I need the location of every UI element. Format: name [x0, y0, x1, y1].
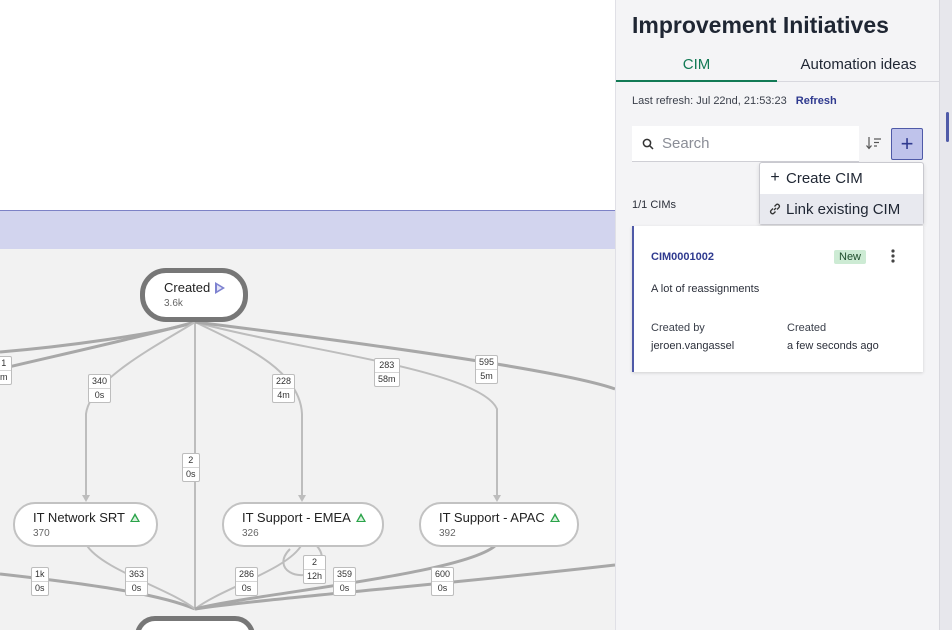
node-count: 370 — [33, 528, 50, 539]
search-placeholder: Search — [662, 135, 710, 152]
edge-label: 1k 0s — [31, 567, 49, 596]
search-icon — [642, 138, 654, 150]
process-node-created[interactable]: Created 3.6k — [140, 268, 248, 322]
process-node-it-network-srt[interactable]: IT Network SRT 370 — [13, 502, 158, 547]
panel-scrollbar[interactable] — [939, 0, 952, 630]
add-dropdown-menu: + Create CIM Link existing CIM — [759, 162, 924, 225]
menu-item-create-cim[interactable]: + Create CIM — [760, 163, 923, 193]
trend-up-icon — [355, 513, 366, 522]
scrollbar-thumb[interactable] — [946, 112, 949, 142]
menu-item-label: Create CIM — [786, 169, 863, 187]
tab-automation-ideas[interactable]: Automation ideas — [777, 52, 940, 82]
created-value: a few seconds ago — [787, 340, 879, 352]
edge-label: 286 0s — [235, 567, 259, 596]
last-refresh-text: Last refresh: Jul 22nd, 21:53:23 — [632, 95, 787, 107]
edge-label: 595 5m — [475, 355, 499, 384]
panel-tabs: CIM Automation ideas — [616, 52, 940, 82]
sort-icon[interactable] — [866, 136, 882, 150]
add-button[interactable]: + — [891, 128, 923, 160]
node-count: 392 — [439, 528, 456, 539]
created-by-label: Created by — [651, 322, 705, 334]
edge-label: 340 0s — [88, 374, 112, 403]
node-count: 3.6k — [164, 298, 183, 309]
more-options-icon[interactable] — [886, 248, 900, 264]
edge-label: 600 0s — [431, 567, 455, 596]
menu-item-link-existing-cim[interactable]: Link existing CIM — [760, 194, 923, 224]
selection-band — [0, 210, 615, 249]
cim-id-link[interactable]: CIM0001002 — [651, 251, 714, 263]
created-label: Created — [787, 322, 827, 334]
tab-cim[interactable]: CIM — [616, 52, 777, 82]
edge-label: 359 0s — [333, 567, 357, 596]
menu-item-label: Link existing CIM — [786, 200, 901, 218]
edge-label: 228 4m — [272, 374, 296, 403]
edge-label: 2 12h — [303, 555, 327, 584]
link-icon — [769, 203, 781, 215]
process-graph-canvas[interactable]: 1m 340 0s 2 0s 228 4m 283 58m 595 5m 1k 0s 363… — [0, 249, 615, 630]
node-name: Created — [164, 280, 211, 295]
status-badge: New — [834, 250, 867, 264]
created-by-value: jeroen.vangassel — [651, 340, 735, 352]
improvement-initiatives-panel: Improvement Initiatives CIM Automation i… — [615, 0, 940, 630]
process-node-it-support-apac[interactable]: IT Support - APAC 392 — [419, 502, 579, 547]
refresh-row: Last refresh: Jul 22nd, 21:53:23 Refresh — [632, 95, 837, 107]
node-count: 326 — [242, 528, 259, 539]
edge-label: 363 0s — [125, 567, 149, 596]
node-name: IT Network SRT — [33, 510, 125, 525]
node-name: IT Support - APAC — [439, 510, 545, 525]
canvas-top-area — [0, 0, 615, 210]
edge-label: 283 58m — [374, 358, 400, 387]
cim-count: 1/1 CIMs — [632, 199, 677, 211]
process-node-it-support-emea[interactable]: IT Support - EMEA 326 — [222, 502, 384, 547]
trend-up-icon — [129, 513, 140, 522]
edge-label: 1m — [0, 356, 12, 385]
node-name: IT Support - EMEA — [242, 510, 351, 525]
refresh-link[interactable]: Refresh — [796, 95, 837, 107]
process-node-bottom[interactable] — [135, 616, 255, 630]
search-input[interactable]: Search — [632, 126, 859, 162]
start-arrow-icon — [215, 281, 226, 294]
cim-card[interactable]: CIM0001002 New A lot of reassignments Cr… — [632, 226, 923, 372]
edge-label: 2 0s — [182, 453, 200, 482]
trend-up-icon — [549, 513, 560, 522]
panel-title: Improvement Initiatives — [632, 12, 889, 38]
plus-icon: + — [770, 169, 780, 186]
cim-description: A lot of reassignments — [651, 283, 760, 295]
